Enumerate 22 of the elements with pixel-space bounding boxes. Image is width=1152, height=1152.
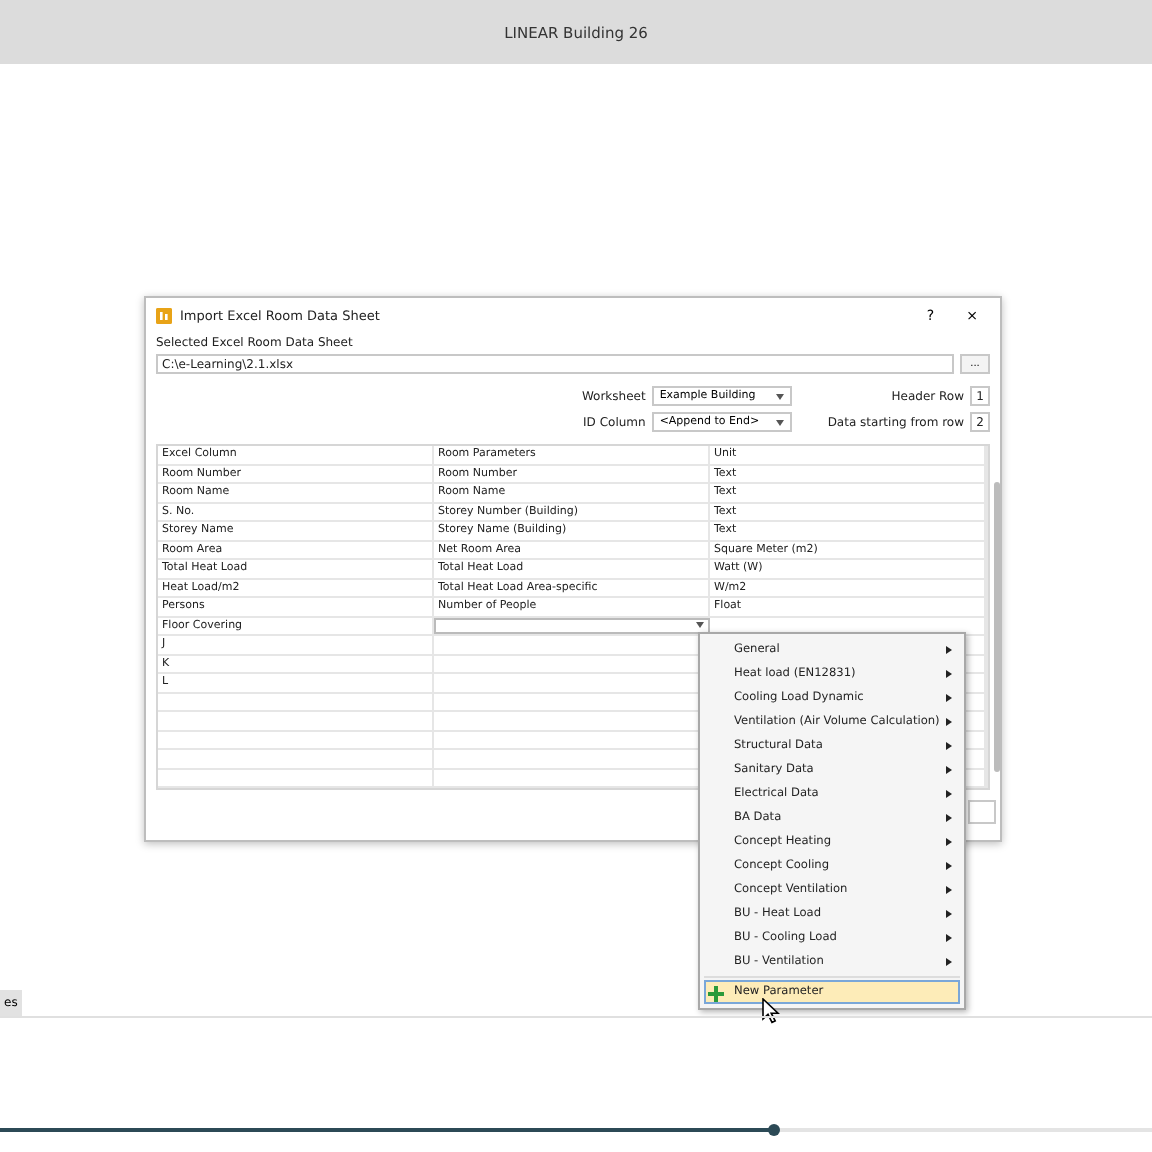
submenu-arrow-icon [946,790,952,798]
progress-handle[interactable] [768,1124,781,1136]
submenu-arrow-icon [946,862,952,870]
hidden-button[interactable] [968,800,996,824]
scrollbar-thumb[interactable] [994,482,1000,772]
app-logo-icon [156,307,172,323]
submenu-arrow-icon [946,934,952,942]
submenu-arrow-icon [946,766,952,774]
plus-icon [708,986,724,1002]
submenu-arrow-icon [946,646,952,654]
submenu-arrow-icon [946,838,952,846]
submenu-arrow-icon [946,814,952,822]
submenu-arrow-icon [946,958,952,966]
submenu-arrow-icon [946,694,952,702]
submenu-arrow-icon [946,742,952,750]
submenu-arrow-icon [946,718,952,726]
submenu-arrow-icon [946,886,952,894]
dropdown-arrow-icon [775,419,784,425]
dropdown-arrow-icon [696,622,704,629]
submenu-arrow-icon [946,670,952,678]
dropdown-arrow-icon [775,393,784,399]
submenu-arrow-icon [946,910,952,918]
